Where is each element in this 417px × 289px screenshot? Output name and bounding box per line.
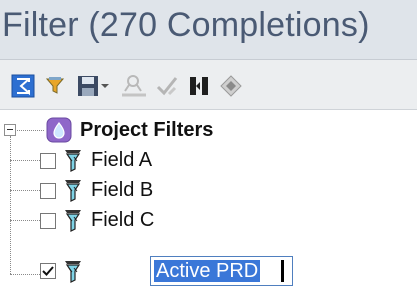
tree-root-label: Project Filters [80, 118, 214, 141]
tree-item[interactable]: Field B [63, 176, 153, 204]
tree-item-label: Field B [91, 178, 154, 201]
sigma-icon[interactable] [10, 73, 36, 99]
collapse-toggle[interactable] [4, 124, 16, 136]
split-columns-icon[interactable] [186, 73, 212, 99]
project-filters-icon [46, 117, 72, 143]
tree-item[interactable]: Field C [63, 206, 154, 234]
rename-selected-text[interactable]: Active PRD [154, 260, 261, 282]
filter-item-icon [63, 208, 83, 232]
tree-item[interactable]: Field A [63, 146, 152, 174]
tree-line [10, 220, 40, 221]
text-caret [281, 260, 284, 282]
tree-line [10, 190, 40, 191]
panel-title: Filter (270 Completions) [2, 6, 370, 44]
tree-line [10, 136, 11, 274]
filter-item-icon [63, 178, 83, 202]
funnel-icon[interactable] [42, 73, 68, 99]
diamond-icon[interactable] [218, 73, 244, 99]
tree-item-label: Field C [91, 208, 155, 231]
tree-line [17, 130, 44, 131]
filter-item-icon [63, 259, 83, 283]
tree-item[interactable] [63, 257, 83, 285]
checkmark-pen-icon[interactable] [154, 73, 180, 99]
field-b-checkbox[interactable] [40, 183, 56, 199]
tree-root-row[interactable]: Project Filters [46, 116, 213, 144]
filter-tree: Project Filters Field A Field B Field C … [0, 110, 417, 289]
tree-item-label: Field A [91, 148, 153, 171]
apply-filter-icon[interactable] [118, 73, 150, 99]
tree-line [10, 274, 40, 275]
toolbar [0, 60, 417, 110]
field-c-checkbox[interactable] [40, 213, 56, 229]
filter-item-icon [63, 148, 83, 172]
tree-line [10, 160, 40, 161]
dropdown-arrow-icon[interactable] [98, 73, 112, 99]
active-prd-checkbox[interactable] [40, 263, 56, 279]
checkmark-icon [42, 266, 54, 276]
filter-panel: Filter (270 Completions) Project Filters… [0, 0, 417, 289]
panel-title-bar: Filter (270 Completions) [0, 0, 417, 60]
rename-edit-box[interactable]: Active PRD [150, 256, 293, 286]
field-a-checkbox[interactable] [40, 153, 56, 169]
